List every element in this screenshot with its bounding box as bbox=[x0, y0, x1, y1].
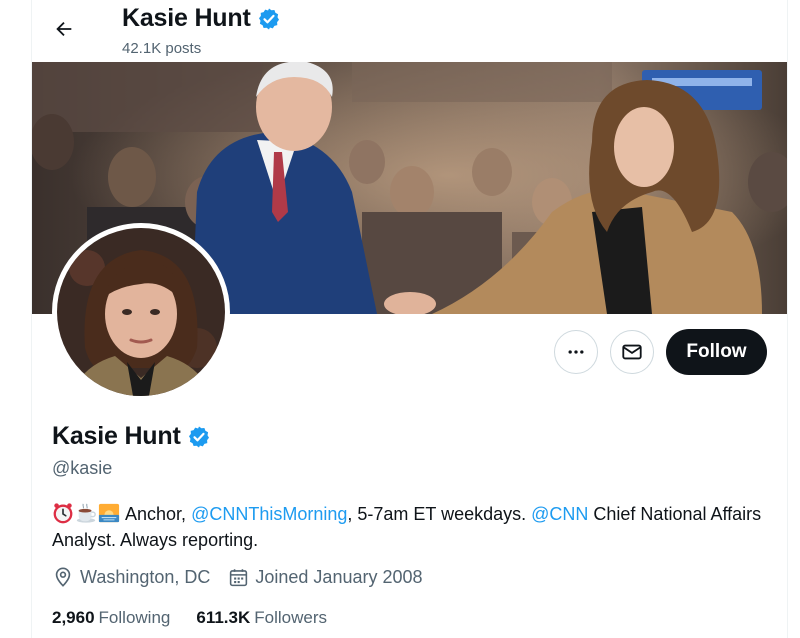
bio-mention-cnn[interactable]: @CNN bbox=[531, 504, 588, 524]
more-button[interactable] bbox=[554, 330, 598, 374]
verified-badge-icon bbox=[258, 8, 279, 29]
sunrise-emoji-icon bbox=[98, 503, 120, 523]
message-button[interactable] bbox=[610, 330, 654, 374]
avatar-photo bbox=[57, 228, 225, 396]
arrow-left-icon bbox=[56, 21, 72, 37]
bio-mention-cnnthismorning[interactable]: @CNNThisMorning bbox=[191, 504, 347, 524]
alarm-clock-emoji-icon bbox=[53, 503, 73, 524]
location-text: Washington, DC bbox=[80, 566, 211, 587]
following-link[interactable]: 2,960 Following bbox=[52, 608, 170, 628]
avatar[interactable] bbox=[52, 223, 230, 401]
header-title: Kasie Hunt bbox=[122, 4, 281, 33]
followers-link[interactable]: 611.3K Followers bbox=[196, 608, 327, 628]
following-count: 2,960 bbox=[52, 608, 95, 627]
location-item: Washington, DC bbox=[52, 566, 210, 588]
more-icon bbox=[568, 350, 584, 354]
profile-stats: 2,960 Following 611.3K Followers bbox=[52, 608, 353, 628]
back-button[interactable] bbox=[44, 9, 84, 49]
frame-border-right bbox=[787, 0, 788, 638]
calendar-icon bbox=[230, 568, 248, 586]
verified-badge-icon[interactable] bbox=[187, 425, 211, 449]
profile-name: Kasie Hunt bbox=[52, 422, 181, 450]
profile-handle: @kasie bbox=[52, 458, 113, 478]
followers-count: 611.3K bbox=[196, 608, 251, 627]
coffee-emoji-icon bbox=[76, 503, 96, 523]
follow-button[interactable]: Follow bbox=[666, 329, 767, 375]
following-label: Following bbox=[98, 608, 171, 627]
profile-name-row: Kasie Hunt bbox=[52, 422, 211, 451]
envelope-icon bbox=[622, 344, 642, 360]
joined-text: Joined January 2008 bbox=[255, 566, 423, 587]
location-pin-icon bbox=[55, 567, 71, 587]
bio-text-1: Anchor, bbox=[121, 504, 192, 524]
header-name: Kasie Hunt bbox=[122, 4, 251, 32]
joined-item: Joined January 2008 bbox=[228, 566, 423, 588]
profile-bio: Anchor, @CNNThisMorning, 5-7am ET weekda… bbox=[52, 501, 772, 553]
profile-meta: Washington, DC Joined January 2008 bbox=[52, 566, 441, 588]
bio-text-2: , 5-7am ET weekdays. bbox=[347, 504, 532, 524]
header-post-count: 42.1K posts bbox=[122, 40, 202, 57]
followers-label: Followers bbox=[254, 608, 327, 627]
